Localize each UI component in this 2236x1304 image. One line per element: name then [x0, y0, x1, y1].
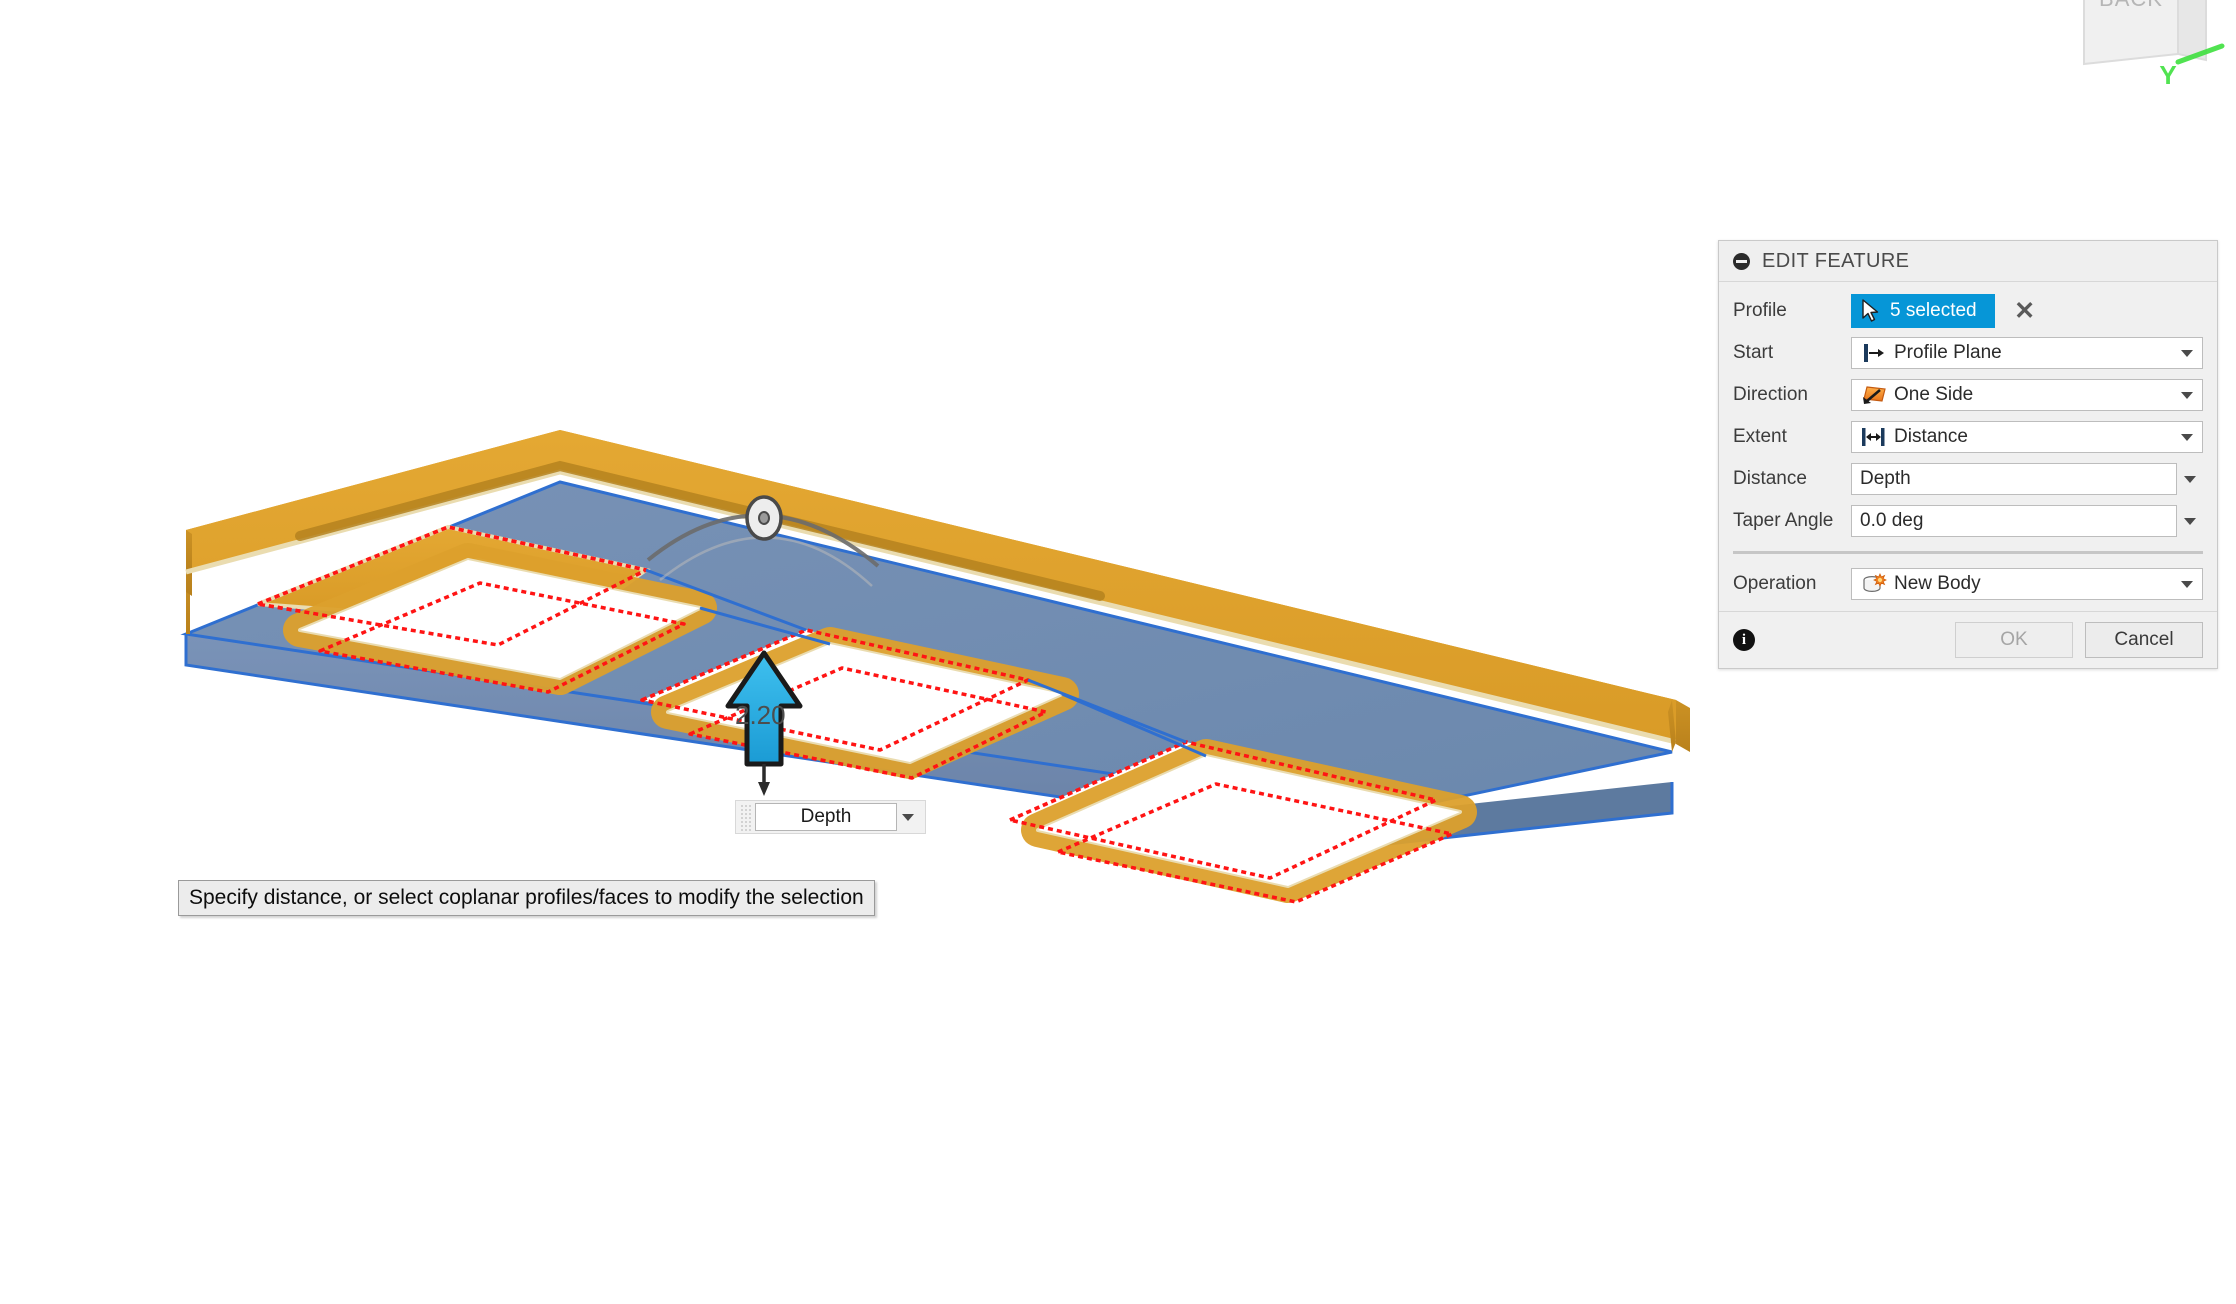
- top-plate-right[interactable]: [1668, 700, 1690, 752]
- dimension-witness-line: [758, 764, 770, 796]
- info-icon[interactable]: i: [1733, 629, 1755, 651]
- dialog-footer: i OK Cancel: [1719, 611, 2217, 668]
- label-direction: Direction: [1733, 384, 1808, 405]
- app-window: BACK Y 2.20 Depth Specify distance, or s…: [0, 0, 2236, 1304]
- label-taper-angle: Taper Angle: [1733, 510, 1834, 531]
- operation-combo[interactable]: New Body: [1851, 568, 2203, 600]
- distance-extent-icon: [1860, 425, 1888, 449]
- chevron-down-icon[interactable]: [2176, 349, 2198, 357]
- row-start: Start Profile Plane: [1719, 332, 2217, 374]
- new-body-icon: [1860, 572, 1888, 596]
- chevron-down-icon[interactable]: [2176, 580, 2198, 588]
- profile-selection-count: 5 selected: [1890, 300, 1977, 321]
- direction-value: One Side: [1894, 384, 1974, 405]
- collapse-minus-icon[interactable]: [1733, 252, 1750, 270]
- section-divider: [1733, 551, 2203, 554]
- edit-feature-dialog[interactable]: EDIT FEATURE Profile 5 selected ✕ Start: [1718, 240, 2218, 669]
- start-value: Profile Plane: [1894, 342, 2002, 363]
- dimension-value-label[interactable]: 2.20: [735, 700, 786, 731]
- label-operation: Operation: [1733, 573, 1817, 594]
- taper-angle-field-group[interactable]: 0.0 deg: [1851, 505, 2203, 537]
- status-tooltip: Specify distance, or select coplanar pro…: [178, 880, 875, 917]
- direction-combo[interactable]: One Side: [1851, 379, 2203, 411]
- chevron-down-icon[interactable]: [897, 804, 919, 830]
- chevron-down-icon[interactable]: [2176, 433, 2198, 441]
- label-start: Start: [1733, 342, 1774, 363]
- cursor-arrow-icon: [1862, 299, 1879, 322]
- dialog-title: EDIT FEATURE: [1762, 249, 1910, 272]
- canvas-depth-widget[interactable]: Depth: [735, 800, 926, 834]
- profile-selection-chip[interactable]: 5 selected: [1851, 294, 1995, 328]
- taper-angle-input[interactable]: 0.0 deg: [1851, 505, 2177, 537]
- dialog-body: Profile 5 selected ✕ Start Profile Plane…: [1719, 282, 2217, 611]
- chevron-down-icon[interactable]: [2176, 391, 2198, 399]
- ok-button[interactable]: OK: [1955, 622, 2073, 658]
- distance-field-group[interactable]: Depth: [1851, 463, 2203, 495]
- distance-input[interactable]: Depth: [1851, 463, 2177, 495]
- canvas-depth-input[interactable]: Depth: [755, 803, 897, 831]
- drag-grip-icon[interactable]: [739, 803, 751, 831]
- operation-value: New Body: [1894, 573, 1981, 594]
- label-distance: Distance: [1733, 468, 1807, 489]
- row-taper-angle: Taper Angle 0.0 deg: [1719, 500, 2217, 542]
- profile-plane-icon: [1860, 341, 1888, 365]
- start-combo[interactable]: Profile Plane: [1851, 337, 2203, 369]
- cancel-button[interactable]: Cancel: [2085, 622, 2203, 658]
- row-profile: Profile 5 selected ✕: [1719, 290, 2217, 332]
- row-direction: Direction One Side: [1719, 374, 2217, 416]
- close-x-icon[interactable]: ✕: [2013, 298, 2037, 323]
- label-extent: Extent: [1733, 426, 1787, 447]
- label-profile: Profile: [1733, 300, 1787, 321]
- chevron-down-icon[interactable]: [2177, 475, 2203, 483]
- one-side-direction-icon: [1860, 383, 1888, 407]
- viewcube-face-label: BACK: [2099, 0, 2163, 11]
- view-cube[interactable]: BACK Y: [2046, 0, 2226, 92]
- extent-combo[interactable]: Distance: [1851, 421, 2203, 453]
- extent-value: Distance: [1894, 426, 1968, 447]
- row-distance: Distance Depth: [1719, 458, 2217, 500]
- chevron-down-icon[interactable]: [2177, 517, 2203, 525]
- row-extent: Extent Distance: [1719, 416, 2217, 458]
- row-operation: Operation New Body: [1719, 563, 2217, 605]
- axis-label-y: Y: [2159, 60, 2176, 90]
- dialog-title-bar[interactable]: EDIT FEATURE: [1719, 241, 2217, 282]
